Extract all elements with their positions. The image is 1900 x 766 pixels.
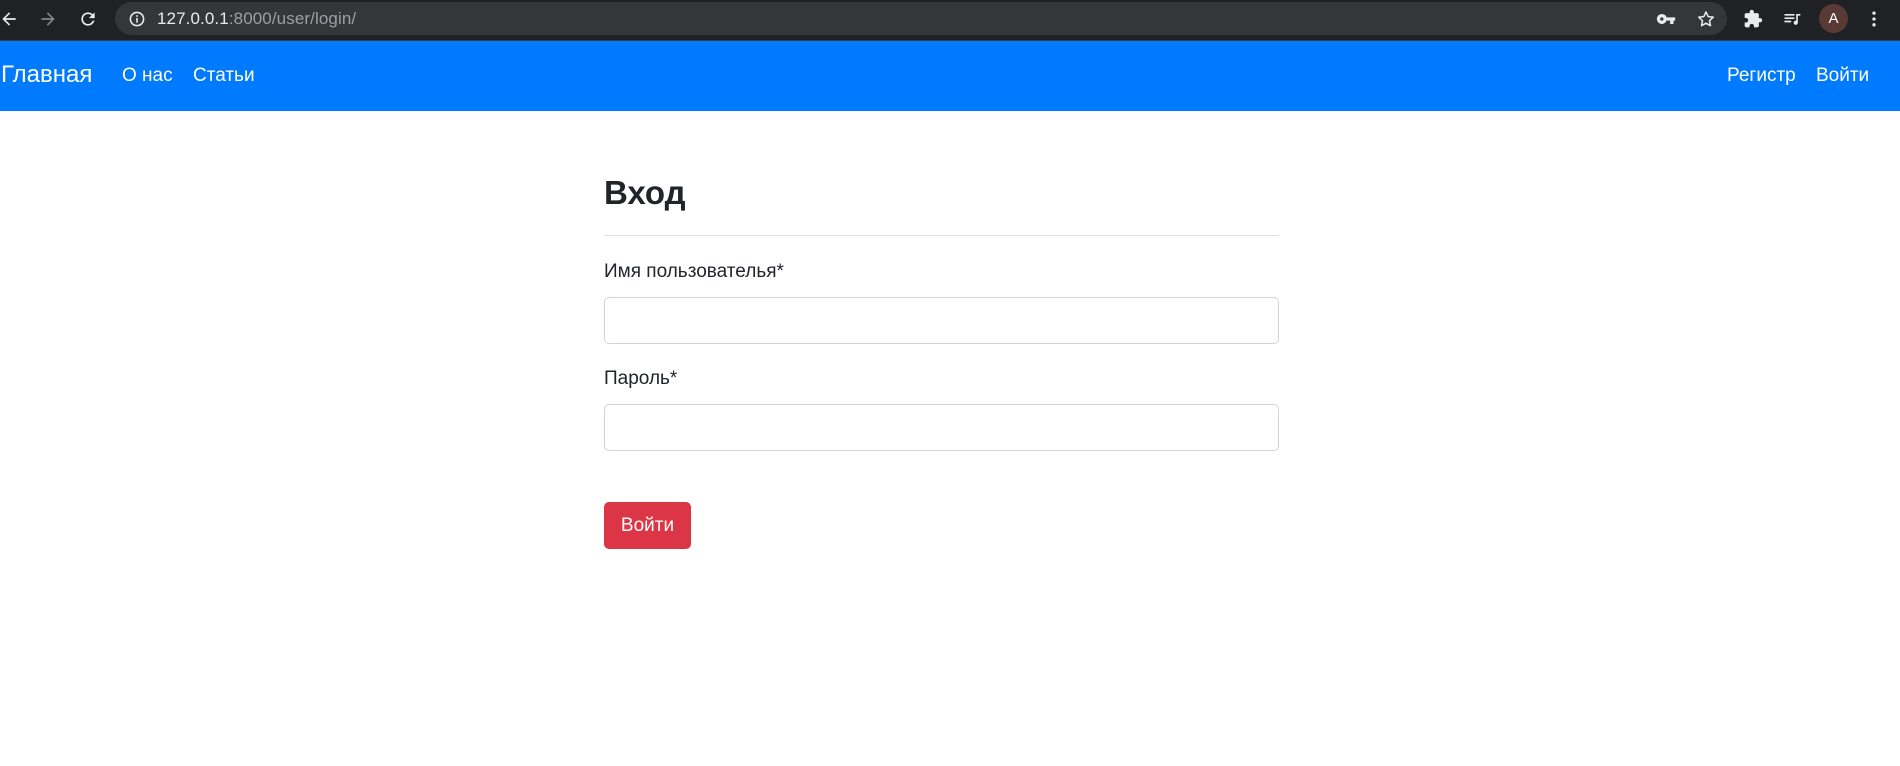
password-label: Пароль* [604, 368, 678, 389]
forward-arrow-icon[interactable] [36, 7, 60, 31]
nav-link-about[interactable]: О нас [122, 65, 173, 87]
navbar-brand-link[interactable]: Главная [1, 61, 92, 89]
kebab-menu-icon[interactable] [1862, 7, 1886, 31]
puzzle-icon[interactable] [1741, 7, 1765, 31]
username-input[interactable] [604, 297, 1279, 344]
profile-initial: A [1828, 10, 1839, 27]
url-path: :8000/user/login/ [228, 8, 357, 28]
address-bar[interactable]: 127.0.0.1:8000/user/login/ [115, 2, 1727, 35]
nav-link-register[interactable]: Регистр [1727, 65, 1796, 87]
username-label: Имя пользователья* [604, 261, 784, 282]
profile-avatar[interactable]: A [1819, 4, 1848, 33]
page-title: Вход [604, 174, 686, 211]
star-icon[interactable] [1695, 8, 1717, 30]
browser-toolbar: 127.0.0.1:8000/user/login/ A [0, 0, 1900, 41]
reload-icon[interactable] [76, 7, 100, 31]
media-queue-icon[interactable] [1780, 7, 1804, 31]
url-host: 127.0.0.1 [157, 8, 229, 28]
url-text: 127.0.0.1:8000/user/login/ [157, 9, 356, 29]
nav-link-articles[interactable]: Статьи [193, 65, 255, 87]
site-navbar: Главная О нас Статьи Регистр Войти [0, 41, 1900, 111]
title-divider [604, 235, 1279, 236]
password-input[interactable] [604, 404, 1279, 451]
key-icon[interactable] [1655, 8, 1677, 30]
info-icon[interactable] [129, 11, 145, 27]
nav-link-login[interactable]: Войти [1816, 65, 1869, 87]
login-submit-button[interactable]: Войти [604, 502, 691, 549]
back-arrow-icon[interactable] [0, 7, 21, 31]
